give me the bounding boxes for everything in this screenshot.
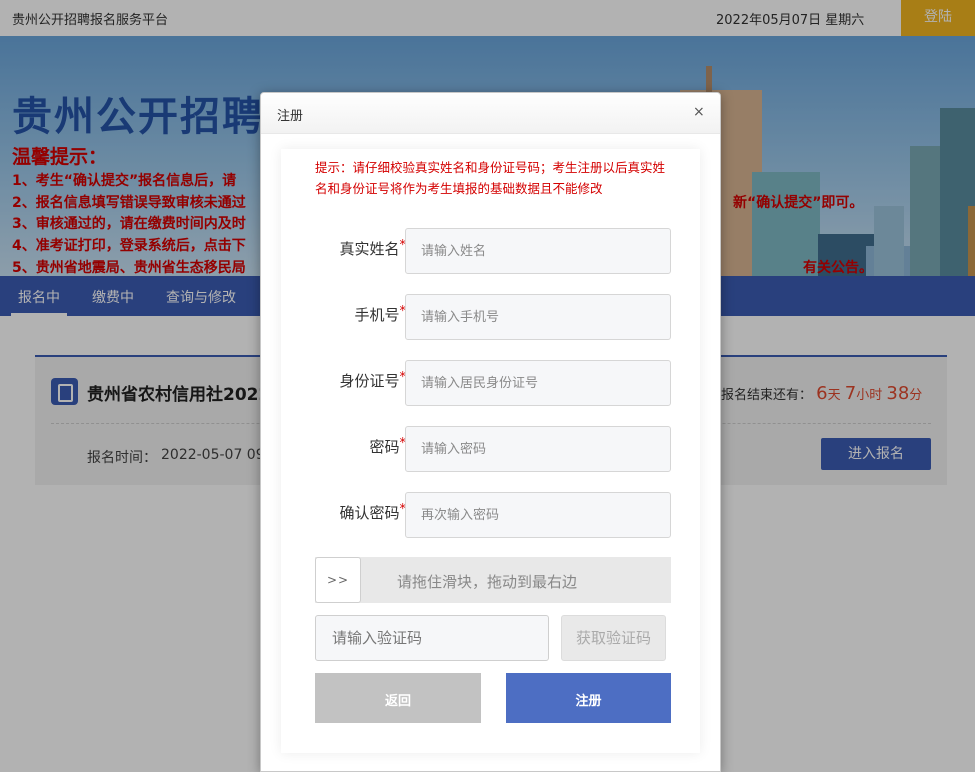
get-code-button[interactable]: 获取验证码 (561, 615, 666, 661)
field-label-id-number: 身份证号* (339, 370, 406, 390)
form-hint: 提示：请仔细校验真实姓名和身份证号码；考生注册以后真实姓名和身份证号将作为考生填… (315, 160, 666, 196)
field-label-confirm-password: 确认密码* (339, 502, 406, 522)
field-label-name: 真实姓名* (339, 238, 406, 258)
field-label-password: 密码* (369, 436, 406, 456)
register-form: 提示：请仔细校验真实姓名和身份证号码；考生注册以后真实姓名和身份证号将作为考生填… (281, 149, 700, 753)
verification-code-input[interactable] (315, 615, 549, 661)
field-label-phone: 手机号* (354, 304, 406, 324)
back-button[interactable]: 返回 (315, 673, 481, 723)
name-input[interactable] (405, 228, 671, 274)
password-input[interactable] (405, 426, 671, 472)
id-number-input[interactable] (405, 360, 671, 406)
close-icon[interactable]: × (693, 104, 705, 120)
confirm-password-input[interactable] (405, 492, 671, 538)
slider-handle[interactable]: >> (315, 557, 361, 603)
register-button[interactable]: 注册 (506, 673, 671, 723)
slider-instruction: 请拖住滑块，拖动到最右边 (397, 573, 578, 591)
modal-title: 注册 (277, 109, 304, 124)
modal-header: 注册 × (261, 93, 720, 134)
slider-captcha-track: >> 请拖住滑块，拖动到最右边 (315, 557, 671, 603)
register-modal: 注册 × 提示：请仔细校验真实姓名和身份证号码；考生注册以后真实姓名和身份证号将… (260, 92, 721, 772)
phone-input[interactable] (405, 294, 671, 340)
